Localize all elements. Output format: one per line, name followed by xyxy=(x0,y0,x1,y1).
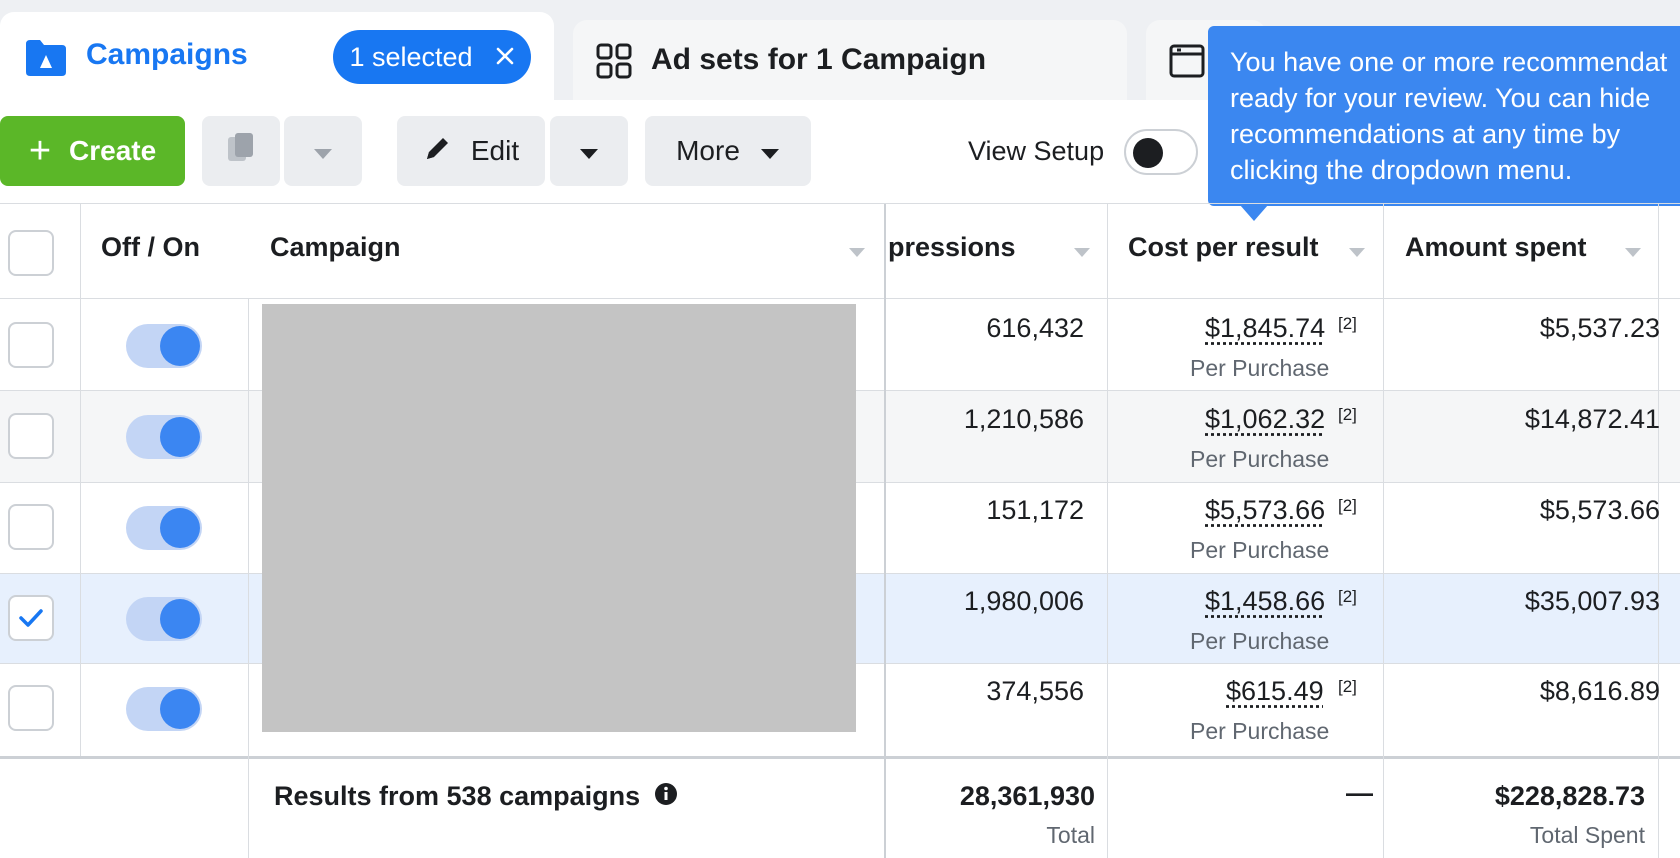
tab-campaigns-label: Campaigns xyxy=(86,38,248,71)
amount-spent-value: $8,616.89 xyxy=(1539,676,1660,706)
amount-spent-total-label: Total Spent xyxy=(1529,822,1645,848)
row-checkbox[interactable] xyxy=(8,685,54,731)
campaign-toggle[interactable] xyxy=(126,324,202,368)
footnote-marker: [2] xyxy=(1338,496,1357,515)
campaign-toggle[interactable] xyxy=(126,687,202,731)
caret-down-icon xyxy=(313,135,333,167)
cost-per-result-value[interactable]: $1,458.66 xyxy=(1205,586,1325,617)
view-setup-toggle[interactable] xyxy=(1124,129,1198,175)
tooltip-line: ready for your review. You can hide xyxy=(1230,83,1651,113)
duplicate-button[interactable] xyxy=(202,116,280,186)
sort-caret-icon[interactable] xyxy=(1625,248,1641,257)
plus-icon: + xyxy=(28,130,52,172)
impressions-total: 28,361,930 xyxy=(959,781,1095,811)
header-cost-per-result[interactable]: Cost per result xyxy=(1128,232,1319,263)
cost-per-result-type: Per Purchase xyxy=(1190,628,1330,654)
impressions-value: 374,556 xyxy=(986,676,1084,706)
folder-icon xyxy=(24,38,68,83)
checkmark-icon xyxy=(19,609,43,627)
selected-pill[interactable]: 1 selected xyxy=(333,30,531,84)
tooltip-arrow xyxy=(1240,205,1268,221)
edit-label: Edit xyxy=(470,135,520,166)
divider xyxy=(0,756,1680,759)
divider xyxy=(0,203,1680,204)
column-divider xyxy=(248,298,249,858)
create-label: Create xyxy=(69,135,157,166)
impressions-total-label: Total xyxy=(1046,822,1095,848)
select-all-checkbox[interactable] xyxy=(8,230,54,276)
close-icon[interactable] xyxy=(495,42,515,73)
campaign-toggle[interactable] xyxy=(126,597,202,641)
sort-caret-icon[interactable] xyxy=(1074,248,1090,257)
tooltip-line: You have one or more recommendat xyxy=(1230,47,1668,77)
grid-icon xyxy=(596,43,632,84)
cost-per-result-type: Per Purchase xyxy=(1190,355,1330,381)
cost-per-result-type: Per Purchase xyxy=(1190,718,1330,744)
cost-total: — xyxy=(1346,778,1373,808)
results-summary-label: Results from 538 campaigns xyxy=(274,781,641,811)
row-checkbox[interactable] xyxy=(8,504,54,550)
sort-caret-icon[interactable] xyxy=(849,248,865,257)
column-divider xyxy=(884,204,886,858)
header-off-on[interactable]: Off / On xyxy=(101,232,200,263)
create-button[interactable]: + Create xyxy=(0,116,185,186)
column-divider xyxy=(1658,204,1659,858)
selected-count: 1 selected xyxy=(349,41,473,72)
cost-per-result-value[interactable]: $1,062.32 xyxy=(1205,404,1325,435)
edit-dropdown[interactable] xyxy=(550,116,628,186)
impressions-value: 1,980,006 xyxy=(963,586,1084,616)
caret-down-icon xyxy=(579,135,599,167)
tooltip-line: recommendations at any time by xyxy=(1230,119,1621,149)
sort-caret-icon[interactable] xyxy=(1349,248,1365,257)
cost-per-result-value[interactable]: $615.49 xyxy=(1226,676,1324,707)
footnote-marker: [2] xyxy=(1338,314,1357,333)
header-amount-spent[interactable]: Amount spent xyxy=(1405,232,1587,263)
cost-per-result-type: Per Purchase xyxy=(1190,446,1330,472)
amount-spent-value: $5,537.23 xyxy=(1539,313,1660,343)
column-divider xyxy=(1107,204,1108,858)
results-summary: Results from 538 campaigns xyxy=(274,781,678,813)
tab-adsets-label: Ad sets for 1 Campaign xyxy=(651,43,987,76)
cost-per-result-type: Per Purchase xyxy=(1190,537,1330,563)
row-checkbox-checked[interactable] xyxy=(8,595,54,641)
impressions-value: 1,210,586 xyxy=(963,404,1084,434)
caret-down-icon xyxy=(760,135,780,167)
amount-spent-value: $35,007.93 xyxy=(1524,586,1660,616)
row-checkbox[interactable] xyxy=(8,322,54,368)
divider xyxy=(0,298,1680,299)
footnote-marker: [2] xyxy=(1338,677,1357,696)
edit-button[interactable]: Edit xyxy=(397,116,545,186)
redacted-campaign-names xyxy=(262,304,856,732)
row-checkbox[interactable] xyxy=(8,413,54,459)
pencil-icon xyxy=(423,133,453,170)
column-divider xyxy=(1383,204,1384,858)
impressions-value: 151,172 xyxy=(986,495,1084,525)
amount-spent-total: $228,828.73 xyxy=(1494,781,1645,811)
cost-per-result-value[interactable]: $1,845.74 xyxy=(1205,313,1325,344)
impressions-value: 616,432 xyxy=(986,313,1084,343)
info-icon[interactable] xyxy=(654,782,678,813)
view-setup-label: View Setup xyxy=(968,136,1105,166)
amount-spent-value: $5,573.66 xyxy=(1539,495,1660,525)
header-impressions[interactable]: pressions xyxy=(888,232,1016,263)
header-campaign[interactable]: Campaign xyxy=(270,232,401,263)
column-divider xyxy=(80,204,81,756)
amount-spent-value: $14,872.41 xyxy=(1524,404,1660,434)
footnote-marker: [2] xyxy=(1338,587,1357,606)
duplicate-dropdown[interactable] xyxy=(284,116,362,186)
more-label: More xyxy=(676,135,740,166)
recommendations-tooltip: You have one or more recommendat ready f… xyxy=(1208,26,1680,206)
cost-per-result-value[interactable]: $5,573.66 xyxy=(1205,495,1325,526)
tooltip-line: clicking the dropdown menu. xyxy=(1230,155,1573,185)
campaign-toggle[interactable] xyxy=(126,506,202,550)
more-button[interactable]: More xyxy=(645,116,811,186)
ad-icon xyxy=(1169,43,1205,84)
footnote-marker: [2] xyxy=(1338,405,1357,424)
campaign-toggle[interactable] xyxy=(126,415,202,459)
duplicate-icon xyxy=(224,131,258,172)
